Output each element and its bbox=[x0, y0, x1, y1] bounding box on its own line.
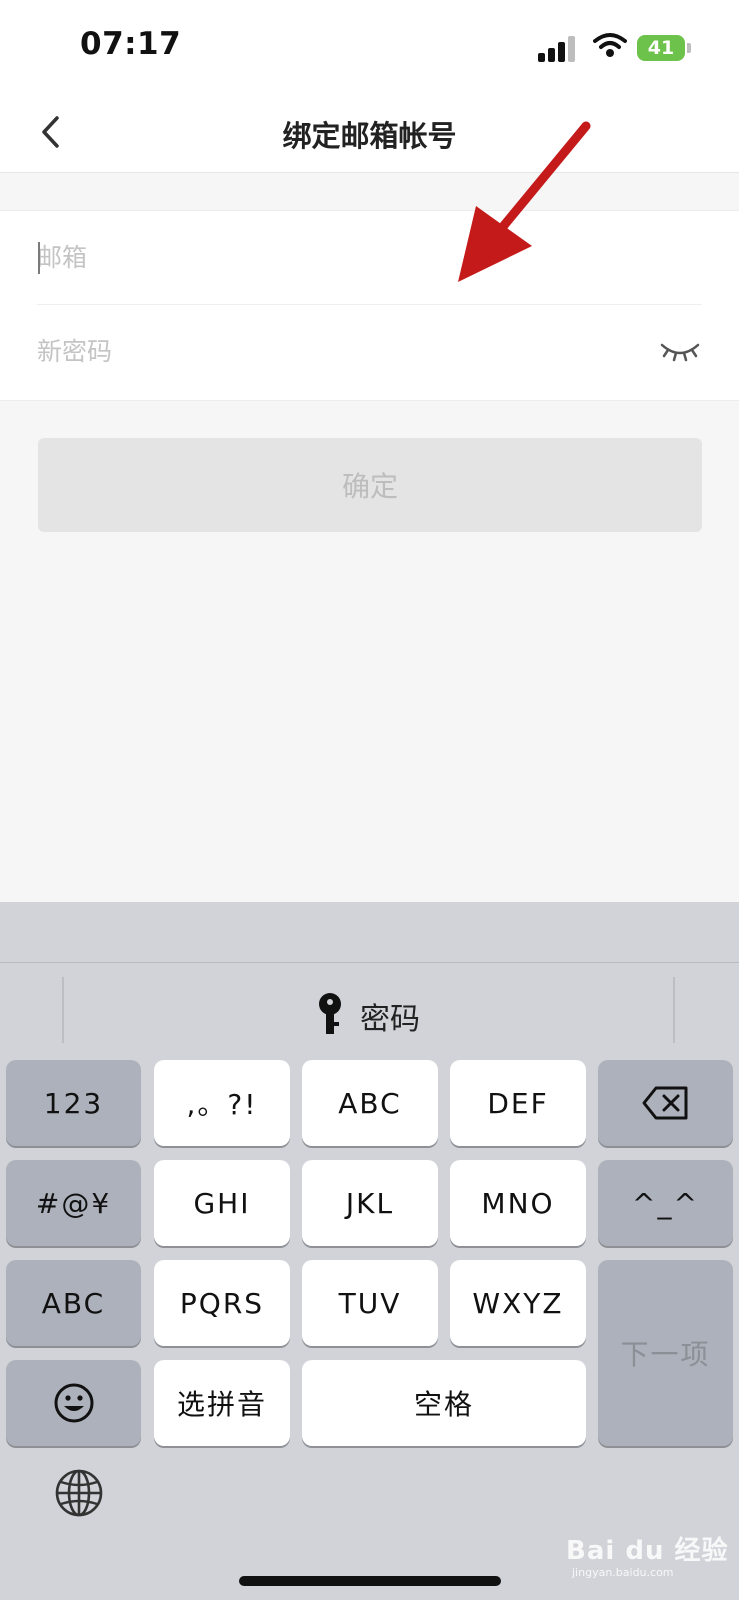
backspace-key[interactable] bbox=[598, 1060, 733, 1146]
key-label: ABC bbox=[41, 1286, 106, 1320]
keyboard: 密码 123 ,。?! ABC DEF #@¥ GHI JKL MNO ^_^ … bbox=[0, 902, 739, 1600]
key-label: 选拼音 bbox=[176, 1388, 267, 1421]
key-label: DEF bbox=[487, 1086, 549, 1120]
key-label: #@¥ bbox=[35, 1186, 112, 1220]
key-label: ^_^ bbox=[632, 1186, 699, 1220]
chevron-left-icon bbox=[42, 116, 59, 148]
status-bar: 07:17 41 bbox=[0, 0, 739, 95]
status-time: 07:17 bbox=[80, 26, 182, 62]
key-mno[interactable]: MNO bbox=[450, 1160, 586, 1246]
space-key[interactable]: 空格 bbox=[302, 1360, 586, 1446]
red-arrow-annotation bbox=[458, 121, 591, 282]
confirm-button[interactable]: 确定 bbox=[38, 438, 702, 532]
globe-key[interactable] bbox=[54, 1468, 104, 1518]
key-punctuation[interactable]: ,。?! bbox=[154, 1060, 290, 1146]
backspace-icon bbox=[642, 1086, 687, 1120]
key-abc[interactable]: ABC bbox=[302, 1060, 438, 1146]
key-label: PQRS bbox=[179, 1286, 265, 1320]
key-label: TUV bbox=[338, 1286, 402, 1320]
key-pqrs[interactable]: PQRS bbox=[154, 1260, 290, 1346]
password-suggestion[interactable]: 密码 bbox=[360, 994, 420, 1038]
key-label: WXYZ bbox=[472, 1286, 564, 1320]
watermark-url: jingyan.baidu.com bbox=[572, 1566, 674, 1579]
key-label: JKL bbox=[345, 1186, 395, 1220]
key-label: ABC bbox=[338, 1086, 402, 1120]
email-row bbox=[37, 211, 702, 304]
wifi-icon bbox=[593, 33, 627, 57]
key-label: MNO bbox=[481, 1186, 555, 1220]
key-label: 下一项 bbox=[620, 1338, 711, 1371]
key-label: 空格 bbox=[413, 1388, 474, 1421]
back-button[interactable] bbox=[30, 109, 76, 155]
key-symbols[interactable]: #@¥ bbox=[6, 1160, 141, 1246]
suggestion-separator bbox=[673, 977, 675, 1043]
keyboard-top-border bbox=[0, 962, 739, 963]
cellular-signal-icon bbox=[538, 34, 578, 62]
key-emoticon[interactable]: ^_^ bbox=[598, 1160, 733, 1246]
nav-bar: 绑定邮箱帐号 bbox=[0, 95, 739, 173]
smiley-icon bbox=[54, 1383, 93, 1423]
battery-level: 41 bbox=[647, 37, 675, 59]
page-title: 绑定邮箱帐号 bbox=[282, 119, 457, 153]
key-def[interactable]: DEF bbox=[450, 1060, 586, 1146]
key-label: ,。?! bbox=[186, 1088, 258, 1121]
key-tuv[interactable]: TUV bbox=[302, 1260, 438, 1346]
next-field-key[interactable]: 下一项 bbox=[598, 1260, 733, 1446]
eye-closed-icon[interactable] bbox=[658, 335, 702, 367]
key-abc-switch[interactable]: ABC bbox=[6, 1260, 141, 1346]
key-jkl[interactable]: JKL bbox=[302, 1160, 438, 1246]
key-ghi[interactable]: GHI bbox=[154, 1160, 290, 1246]
key-select-pinyin[interactable]: 选拼音 bbox=[154, 1360, 290, 1446]
key-label: 123 bbox=[43, 1086, 104, 1120]
text-caret bbox=[38, 242, 40, 274]
emoji-key[interactable] bbox=[6, 1360, 141, 1446]
new-password-input[interactable] bbox=[37, 305, 597, 398]
key-123[interactable]: 123 bbox=[6, 1060, 141, 1146]
suggestion-separator bbox=[62, 977, 64, 1043]
form-card bbox=[0, 210, 739, 401]
globe-icon bbox=[55, 1469, 103, 1517]
battery-cap bbox=[687, 43, 691, 53]
battery-icon: 41 bbox=[637, 35, 685, 61]
key-icon bbox=[319, 993, 341, 1034]
key-wxyz[interactable]: WXYZ bbox=[450, 1260, 586, 1346]
key-label: GHI bbox=[193, 1186, 251, 1220]
watermark-logo: Bai du 经验 bbox=[566, 1536, 729, 1566]
password-row bbox=[37, 305, 702, 398]
home-indicator[interactable] bbox=[239, 1576, 501, 1586]
